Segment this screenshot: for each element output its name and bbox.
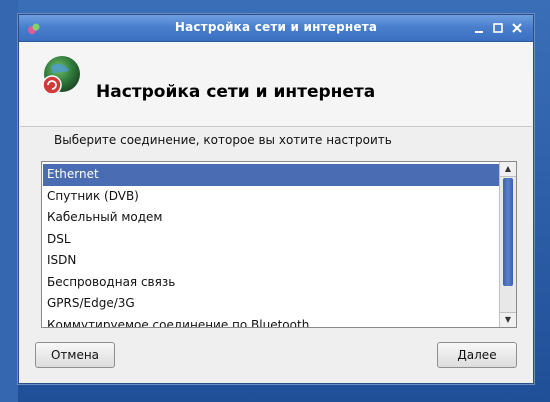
cancel-button[interactable]: Отмена [35, 342, 115, 368]
connection-items: Ethernet Спутник (DVB) Кабельный модем DSL I… [43, 164, 499, 328]
close-icon[interactable] [510, 21, 524, 35]
titlebar[interactable]: Настройка сети и интернета [19, 15, 533, 42]
list-item[interactable]: Кабельный модем [43, 207, 499, 229]
list-item[interactable]: DSL [43, 229, 499, 251]
window-title: Настройка сети и интернета [174, 20, 378, 34]
scroll-down-arrow-icon[interactable]: ▼ [500, 312, 516, 327]
network-setup-window: Настройка сети и интернета Настройка сет… [18, 14, 534, 384]
scrollbar-thumb[interactable] [503, 178, 513, 286]
list-item[interactable]: ISDN [43, 250, 499, 272]
list-item[interactable]: Ethernet [43, 164, 499, 186]
instruction-label: Выберите соединение, которое вы хотите н… [54, 133, 392, 147]
next-button[interactable]: Далее [437, 342, 517, 368]
connection-list[interactable]: Ethernet Спутник (DVB) Кабельный модем DSL I… [41, 161, 517, 328]
scroll-up-arrow-icon[interactable]: ▲ [500, 162, 516, 177]
list-scrollbar[interactable]: ▲ ▼ [499, 162, 516, 327]
list-item[interactable]: GPRS/Edge/3G [43, 293, 499, 315]
list-item[interactable]: Коммутируемое соединение по Bluetooth [43, 315, 499, 328]
list-item[interactable]: Спутник (DVB) [43, 186, 499, 208]
page-title: Настройка сети и интернета [96, 82, 376, 102]
wizard-header: Настройка сети и интернета [20, 42, 532, 127]
maximize-icon[interactable] [491, 21, 505, 35]
network-globe-icon [39, 54, 83, 98]
list-item[interactable]: Беспроводная связь [43, 272, 499, 294]
desktop-edge [0, 0, 18, 402]
minimize-icon[interactable] [472, 21, 486, 35]
